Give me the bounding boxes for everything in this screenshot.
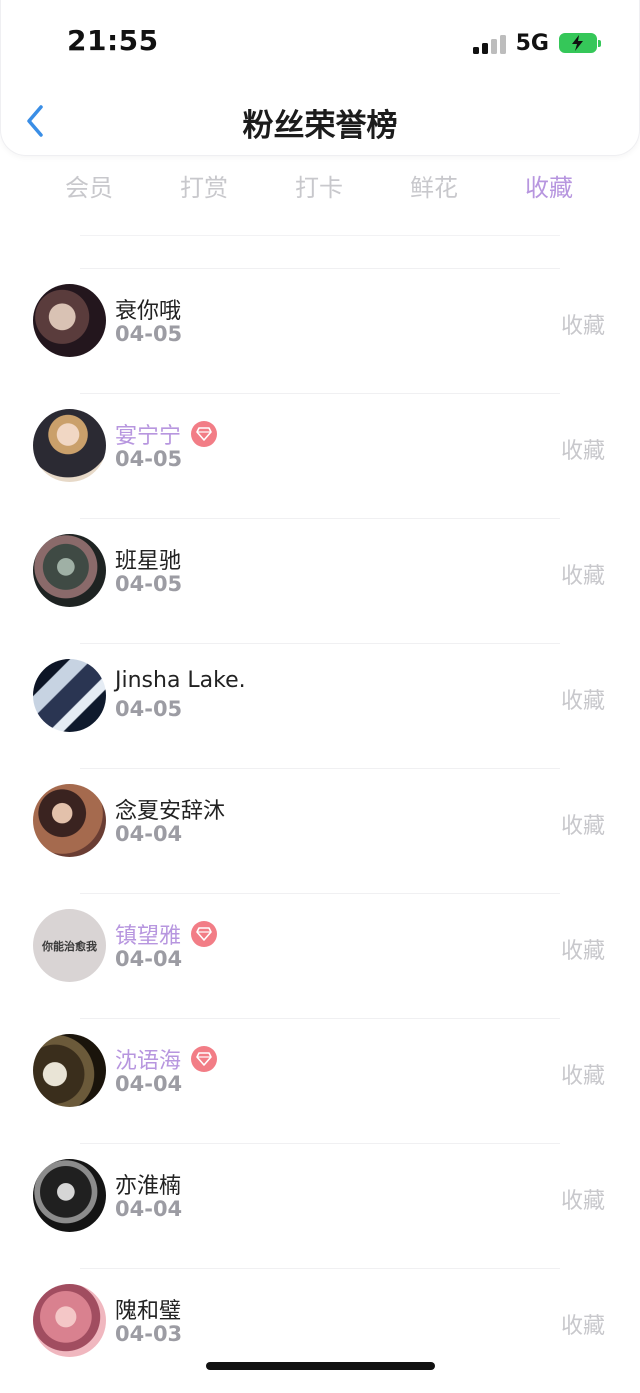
fan-name-text: 衰你哦 bbox=[115, 299, 182, 324]
favorite-label: 收藏 bbox=[560, 439, 605, 464]
fan-date: 04-04 bbox=[115, 822, 183, 846]
favorite-label: 收藏 bbox=[560, 1064, 605, 1089]
fan-name-text: 沈语海 bbox=[115, 1049, 182, 1074]
avatar bbox=[33, 1034, 106, 1107]
avatar bbox=[33, 284, 106, 357]
avatar bbox=[33, 409, 106, 482]
tab-member[interactable]: 会员 bbox=[34, 168, 144, 203]
fan-date: 04-05 bbox=[115, 572, 183, 596]
avatar bbox=[33, 534, 106, 607]
list-item[interactable]: 衰你哦 04-05 收藏 bbox=[0, 268, 640, 393]
fan-name-text: 念夏安辞沐 bbox=[115, 799, 226, 824]
fan-name-text: 镇望雅 bbox=[115, 924, 182, 949]
fan-name: 念夏安辞沐 bbox=[115, 793, 225, 825]
list-item[interactable]: 念夏安辞沐 04-04 收藏 bbox=[0, 768, 640, 893]
list-item[interactable]: 沈语海 04-04 收藏 bbox=[0, 1018, 640, 1143]
fan-name-text: 班星驰 bbox=[115, 549, 182, 574]
avatar bbox=[33, 659, 106, 732]
divider bbox=[80, 268, 560, 269]
fan-date: 04-05 bbox=[115, 697, 183, 721]
favorite-label: 收藏 bbox=[560, 1314, 605, 1339]
divider bbox=[80, 393, 560, 394]
fan-name: 镇望雅 bbox=[115, 918, 218, 950]
divider bbox=[80, 643, 560, 644]
fan-name: Jinsha Lake. bbox=[115, 668, 246, 693]
diamond-icon bbox=[191, 421, 218, 447]
status-icons: 5G bbox=[472, 30, 601, 56]
home-indicator[interactable] bbox=[206, 1362, 435, 1370]
favorite-label: 收藏 bbox=[560, 939, 605, 964]
avatar: 你能治愈我 bbox=[33, 909, 106, 982]
divider bbox=[80, 1143, 560, 1144]
list-item[interactable]: 班星驰 04-05 收藏 bbox=[0, 518, 640, 643]
cellular-signal-icon bbox=[472, 32, 506, 54]
fan-date: 04-03 bbox=[115, 1322, 183, 1346]
fan-name: 隗和璧 bbox=[115, 1293, 181, 1325]
fan-name: 亦淮楠 bbox=[115, 1168, 181, 1200]
fan-date: 04-04 bbox=[115, 1072, 183, 1096]
status-time: 21:55 bbox=[67, 24, 159, 57]
fan-name-text: 亦淮楠 bbox=[115, 1174, 182, 1199]
diamond-icon bbox=[191, 1046, 218, 1072]
tab-favorites[interactable]: 收藏 bbox=[494, 168, 604, 203]
list-item[interactable]: 宴宁宁 04-05 收藏 bbox=[0, 393, 640, 518]
tab-flowers[interactable]: 鲜花 bbox=[379, 168, 489, 203]
divider bbox=[80, 518, 560, 519]
fan-name: 沈语海 bbox=[115, 1043, 218, 1075]
list-item[interactable]: 你能治愈我 镇望雅 04-04 收藏 bbox=[0, 893, 640, 1018]
battery-charging-icon bbox=[559, 33, 601, 53]
fan-name-text: Jinsha Lake. bbox=[115, 668, 246, 693]
avatar bbox=[33, 784, 106, 857]
tab-bar: 会员 打赏 打卡 鲜花 收藏 bbox=[0, 168, 640, 212]
fan-date: 04-04 bbox=[115, 1197, 183, 1221]
fan-date: 04-04 bbox=[115, 947, 183, 971]
favorite-label: 收藏 bbox=[560, 689, 605, 714]
diamond-icon bbox=[191, 921, 218, 947]
fan-name: 宴宁宁 bbox=[115, 418, 218, 450]
favorite-label: 收藏 bbox=[560, 1189, 605, 1214]
favorite-label: 收藏 bbox=[560, 314, 605, 339]
list-item[interactable]: Jinsha Lake. 04-05 收藏 bbox=[0, 643, 640, 768]
divider bbox=[80, 1018, 560, 1019]
network-type: 5G bbox=[515, 30, 549, 56]
fan-name-text: 隗和璧 bbox=[115, 1299, 182, 1324]
header-card: 21:55 5G 粉丝荣誉榜 bbox=[0, 0, 640, 156]
divider bbox=[80, 893, 560, 894]
fan-name-text: 宴宁宁 bbox=[115, 424, 182, 449]
page-title: 粉丝荣誉榜 bbox=[242, 108, 398, 144]
favorite-label: 收藏 bbox=[560, 564, 605, 589]
fan-list: 衰你哦 04-05 收藏 宴宁宁 04-05 收藏 班星驰 04-05 收藏 J… bbox=[0, 268, 640, 1393]
fan-date: 04-05 bbox=[115, 322, 183, 346]
tab-reward[interactable]: 打赏 bbox=[149, 168, 259, 203]
favorite-label: 收藏 bbox=[560, 814, 605, 839]
list-item[interactable]: 亦淮楠 04-04 收藏 bbox=[0, 1143, 640, 1268]
avatar bbox=[33, 1159, 106, 1232]
divider bbox=[80, 235, 560, 236]
divider bbox=[80, 1268, 560, 1269]
fan-name: 衰你哦 bbox=[115, 293, 181, 325]
tab-checkin[interactable]: 打卡 bbox=[264, 168, 374, 203]
avatar bbox=[33, 1284, 106, 1357]
fan-name: 班星驰 bbox=[115, 543, 181, 575]
fan-date: 04-05 bbox=[115, 447, 183, 471]
avatar-text: 你能治愈我 bbox=[42, 939, 97, 953]
divider bbox=[80, 768, 560, 769]
list-item[interactable]: 隗和璧 04-03 收藏 bbox=[0, 1268, 640, 1393]
